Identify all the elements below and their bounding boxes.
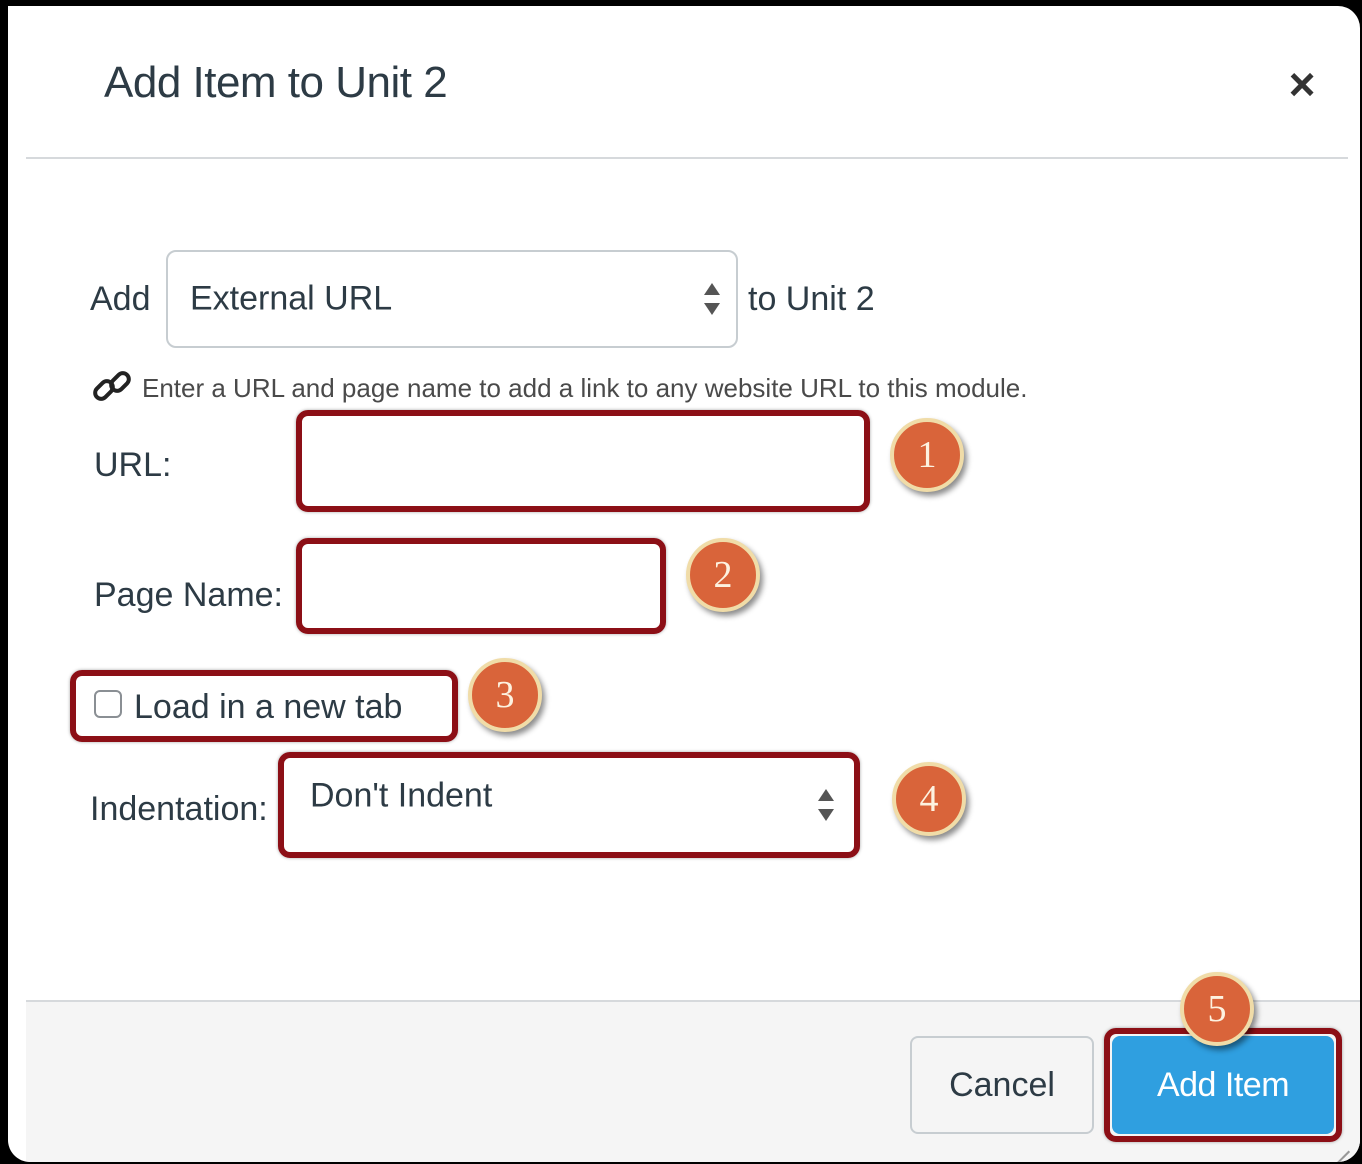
new-tab-label[interactable]: Load in a new tab	[134, 688, 402, 727]
close-icon[interactable]: ×	[1280, 61, 1324, 107]
callout-2: 2	[686, 538, 760, 612]
indentation-highlight: Don't Indent	[278, 752, 860, 858]
callout-3: 3	[468, 658, 542, 732]
select-arrows-icon	[704, 283, 720, 315]
url-highlight	[296, 410, 870, 512]
url-input[interactable]	[304, 418, 862, 504]
callout-1: 1	[890, 418, 964, 492]
hint-row: Enter a URL and page name to add a link …	[90, 364, 1027, 412]
add-item-dialog: Add Item to Unit 2 × Add External URL to…	[8, 6, 1360, 1162]
add-prefix-label: Add	[90, 280, 151, 318]
callout-4: 4	[892, 762, 966, 836]
new-tab-checkbox[interactable]	[94, 690, 122, 718]
indentation-label: Indentation:	[90, 790, 268, 828]
indentation-select[interactable]: Don't Indent	[288, 762, 850, 848]
header-divider	[26, 157, 1348, 159]
page-name-highlight	[296, 538, 666, 634]
dialog-title: Add Item to Unit 2	[104, 58, 448, 107]
callout-5: 5	[1180, 972, 1254, 1046]
url-label: URL:	[94, 446, 172, 484]
link-icon	[90, 364, 134, 413]
add-suffix-label: to Unit 2	[748, 280, 875, 318]
item-type-select[interactable]: External URL	[166, 250, 738, 348]
resize-handle-icon[interactable]	[1334, 1136, 1350, 1152]
indentation-arrows-icon	[818, 789, 834, 821]
item-type-value: External URL	[190, 279, 393, 318]
indentation-value: Don't Indent	[310, 776, 493, 815]
hint-text: Enter a URL and page name to add a link …	[142, 372, 1028, 403]
cancel-button[interactable]: Cancel	[910, 1036, 1094, 1134]
page-name-input[interactable]	[304, 546, 658, 626]
add-item-button[interactable]: Add Item	[1112, 1036, 1334, 1134]
page-name-label: Page Name:	[94, 576, 283, 614]
